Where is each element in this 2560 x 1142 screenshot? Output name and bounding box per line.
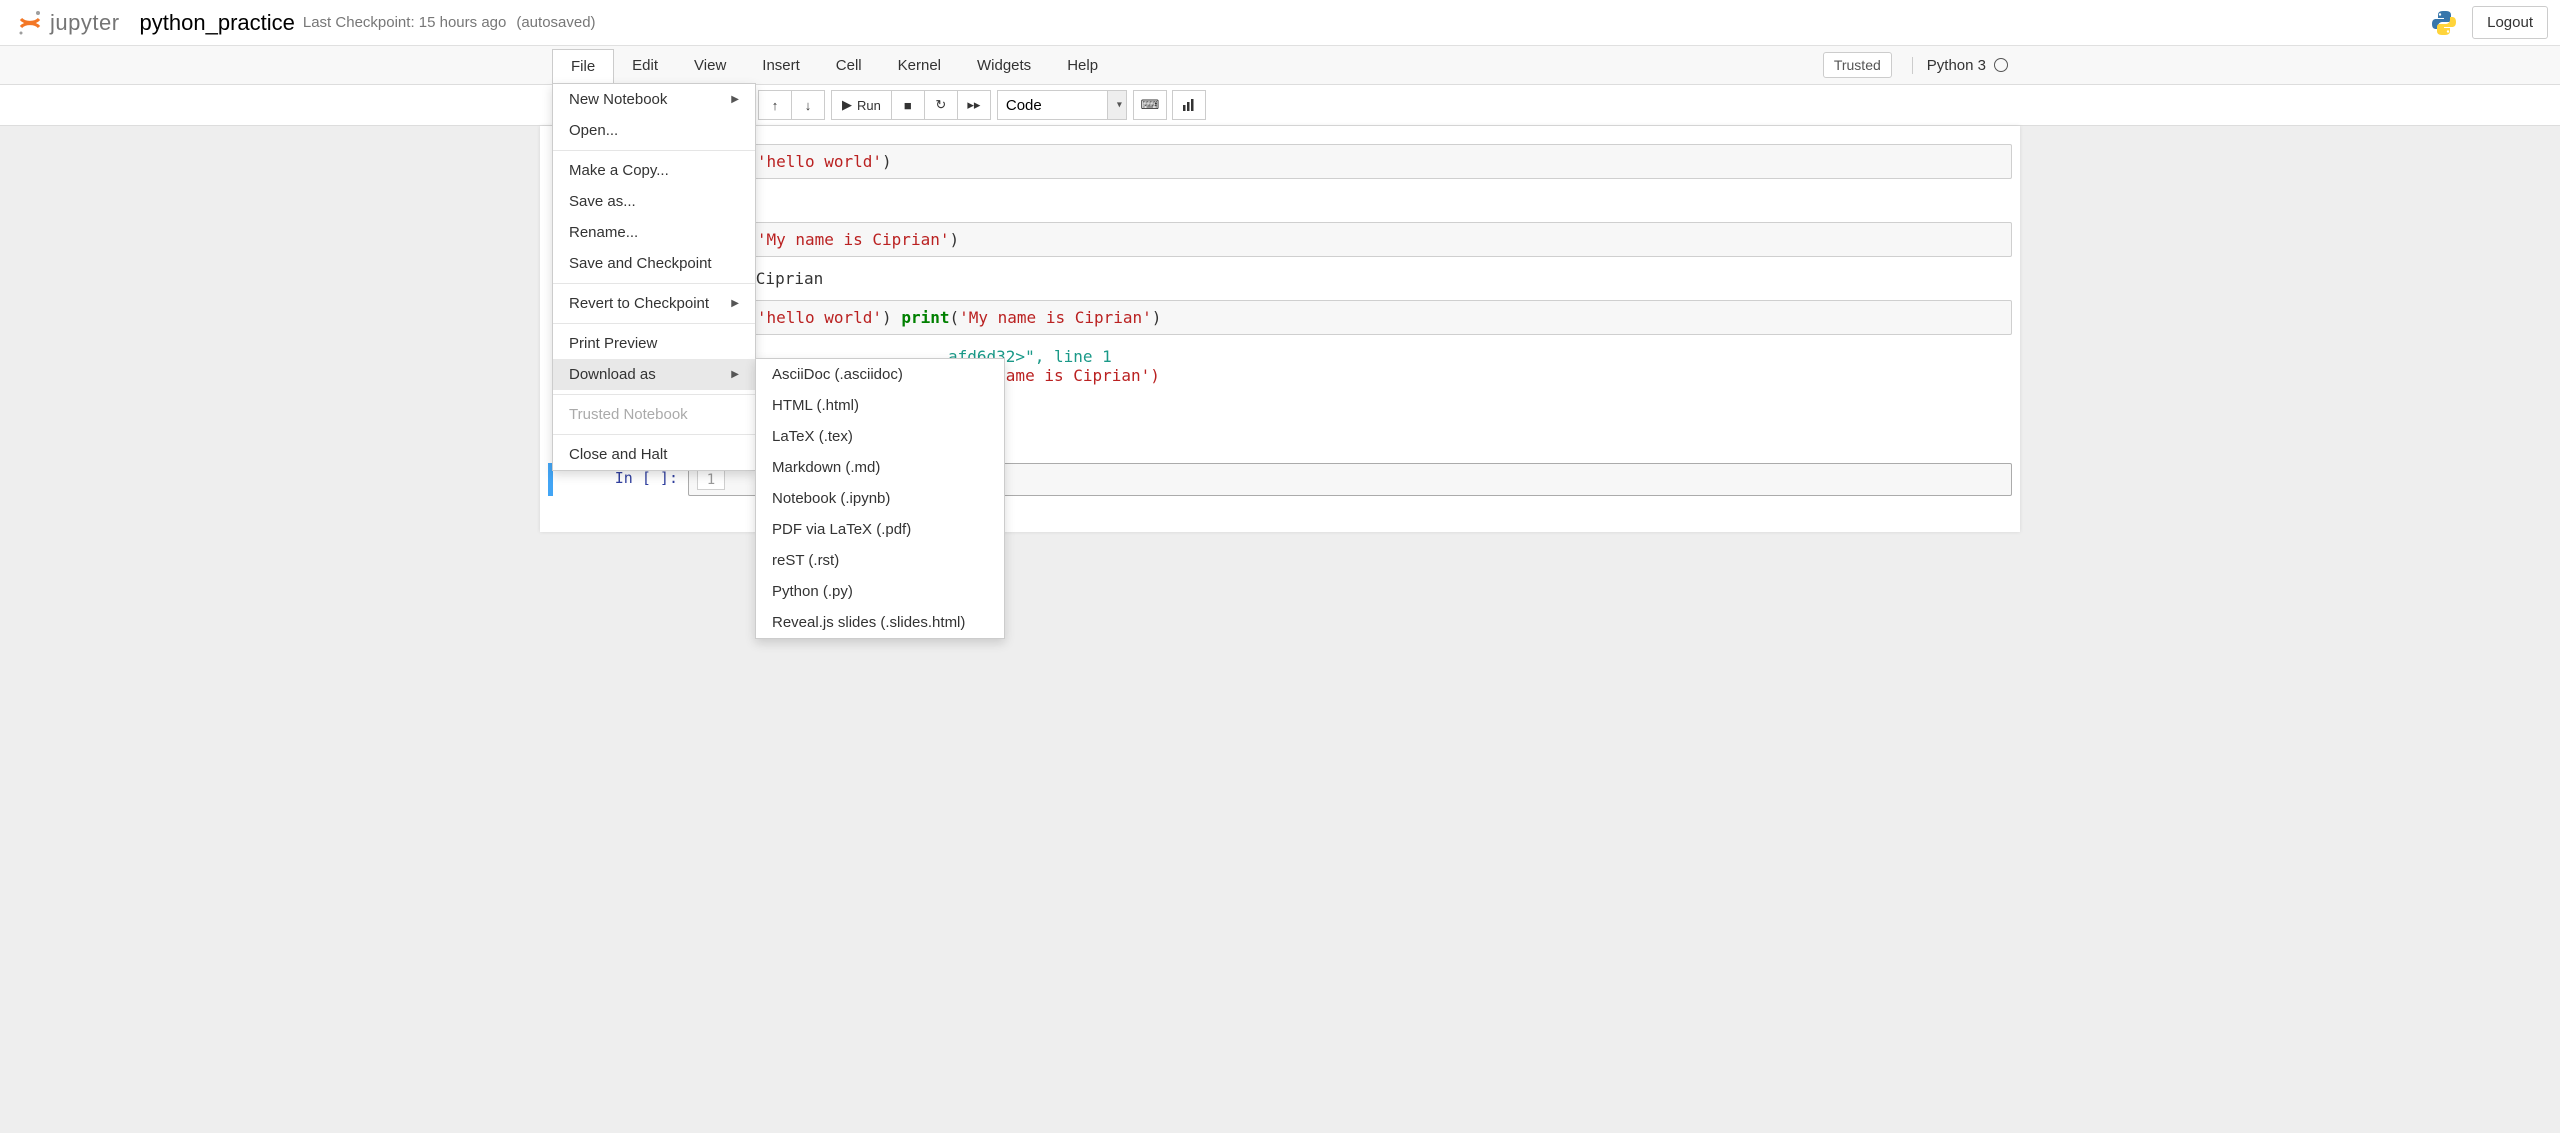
- jupyter-logo-text: jupyter: [50, 10, 120, 36]
- jupyter-logo-icon: [16, 9, 44, 37]
- output-cell: world: [548, 185, 2012, 216]
- stop-icon: ■: [904, 98, 912, 113]
- notebook-backdrop: In [1]: print('hello world') world print…: [0, 126, 2560, 1133]
- command-palette-button[interactable]: ⌨: [1133, 90, 1167, 120]
- run-button[interactable]: ▶Run: [831, 90, 892, 120]
- restart-run-all-button[interactable]: ▸▸: [957, 90, 991, 120]
- file-save-as[interactable]: Save as...: [553, 186, 755, 217]
- fast-forward-icon: ▸▸: [967, 97, 980, 113]
- menu-cell[interactable]: Cell: [818, 49, 880, 82]
- file-trusted-notebook: Trusted Notebook: [553, 399, 755, 430]
- chevron-right-icon: ▶: [731, 369, 739, 380]
- menu-help[interactable]: Help: [1049, 49, 1116, 82]
- kernel-indicator[interactable]: Python 3: [1912, 57, 2008, 74]
- bar-chart-icon: [1182, 99, 1196, 111]
- menu-insert[interactable]: Insert: [744, 49, 818, 82]
- move-down-button[interactable]: ↓: [791, 90, 825, 120]
- output-text: me is Ciprian: [688, 263, 2012, 294]
- menu-divider: [553, 434, 755, 435]
- file-rename[interactable]: Rename...: [553, 217, 755, 248]
- menu-kernel[interactable]: Kernel: [880, 49, 959, 82]
- code-cell[interactable]: print('My name is Ciprian'): [548, 222, 2012, 257]
- menu-file[interactable]: File New Notebook▶ Open... Make a Copy..…: [552, 49, 614, 83]
- keyboard-icon: ⌨: [1140, 97, 1159, 113]
- code-cell[interactable]: print('hello world') print('My name is C…: [548, 300, 2012, 335]
- code-input[interactable]: print('hello world') print('My name is C…: [688, 300, 2012, 335]
- chevron-right-icon: ▶: [731, 298, 739, 309]
- menubar: File New Notebook▶ Open... Make a Copy..…: [0, 46, 2560, 85]
- file-new-notebook[interactable]: New Notebook▶: [553, 84, 755, 115]
- download-markdown[interactable]: Markdown (.md): [756, 452, 1004, 483]
- trusted-indicator[interactable]: Trusted: [1823, 52, 1892, 78]
- interrupt-button[interactable]: ■: [891, 90, 925, 120]
- download-python[interactable]: Python (.py): [756, 576, 1004, 607]
- file-make-copy[interactable]: Make a Copy...: [553, 155, 755, 186]
- menu-widgets[interactable]: Widgets: [959, 49, 1049, 82]
- kernel-name: Python 3: [1927, 57, 1986, 74]
- kernel-idle-icon: [1994, 58, 2008, 72]
- menu-view[interactable]: View: [676, 49, 744, 82]
- menu-divider: [553, 283, 755, 284]
- download-as-submenu: AsciiDoc (.asciidoc) HTML (.html) LaTeX …: [755, 358, 1005, 639]
- file-save-checkpoint[interactable]: Save and Checkpoint: [553, 248, 755, 279]
- output-text: world: [688, 185, 2012, 216]
- file-download-as[interactable]: Download as▶ AsciiDoc (.asciidoc) HTML (…: [553, 359, 755, 390]
- file-print-preview[interactable]: Print Preview: [553, 328, 755, 359]
- code-input[interactable]: print('My name is Ciprian'): [688, 222, 2012, 257]
- notebook-header: jupyter python_practice Last Checkpoint:…: [0, 0, 2560, 46]
- autosave-status: (autosaved): [516, 14, 595, 31]
- code-input[interactable]: print('hello world'): [688, 144, 2012, 179]
- chart-button[interactable]: [1172, 90, 1206, 120]
- file-close-halt[interactable]: Close and Halt: [553, 439, 755, 470]
- download-asciidoc[interactable]: AsciiDoc (.asciidoc): [756, 359, 1004, 390]
- restart-button[interactable]: ↻: [924, 90, 958, 120]
- menu-divider: [553, 150, 755, 151]
- download-html[interactable]: HTML (.html): [756, 390, 1004, 421]
- download-pdf[interactable]: PDF via LaTeX (.pdf): [756, 514, 1004, 545]
- toolbar: ↑ ↓ ▶Run ■ ↻ ▸▸ Code ⌨: [0, 85, 2560, 126]
- logout-button[interactable]: Logout: [2472, 6, 2548, 39]
- code-cell[interactable]: In [1]: print('hello world'): [548, 144, 2012, 179]
- arrow-up-icon: ↑: [772, 98, 779, 113]
- menu-edit[interactable]: Edit: [614, 49, 676, 82]
- output-cell: me is Ciprian: [548, 263, 2012, 294]
- arrow-down-icon: ↓: [805, 98, 812, 113]
- run-icon: ▶: [842, 97, 852, 113]
- file-revert-checkpoint[interactable]: Revert to Checkpoint▶: [553, 288, 755, 319]
- python-icon: [2430, 9, 2458, 37]
- download-notebook[interactable]: Notebook (.ipynb): [756, 483, 1004, 514]
- notebook-name[interactable]: python_practice: [140, 10, 295, 36]
- move-up-button[interactable]: ↑: [758, 90, 792, 120]
- menu-file-label: File: [571, 58, 595, 75]
- menu-divider: [553, 394, 755, 395]
- download-latex[interactable]: LaTeX (.tex): [756, 421, 1004, 452]
- cell-type-select[interactable]: Code: [997, 90, 1127, 120]
- download-rst[interactable]: reST (.rst): [756, 545, 1004, 576]
- file-dropdown: New Notebook▶ Open... Make a Copy... Sav…: [552, 83, 756, 471]
- menu-divider: [553, 323, 755, 324]
- checkpoint-status: Last Checkpoint: 15 hours ago: [303, 14, 506, 31]
- chevron-right-icon: ▶: [731, 94, 739, 105]
- file-open[interactable]: Open...: [553, 115, 755, 146]
- download-revealjs[interactable]: Reveal.js slides (.slides.html): [756, 607, 1004, 638]
- restart-icon: ↻: [935, 97, 946, 113]
- jupyter-logo[interactable]: jupyter: [16, 9, 120, 37]
- line-number: 1: [697, 470, 725, 490]
